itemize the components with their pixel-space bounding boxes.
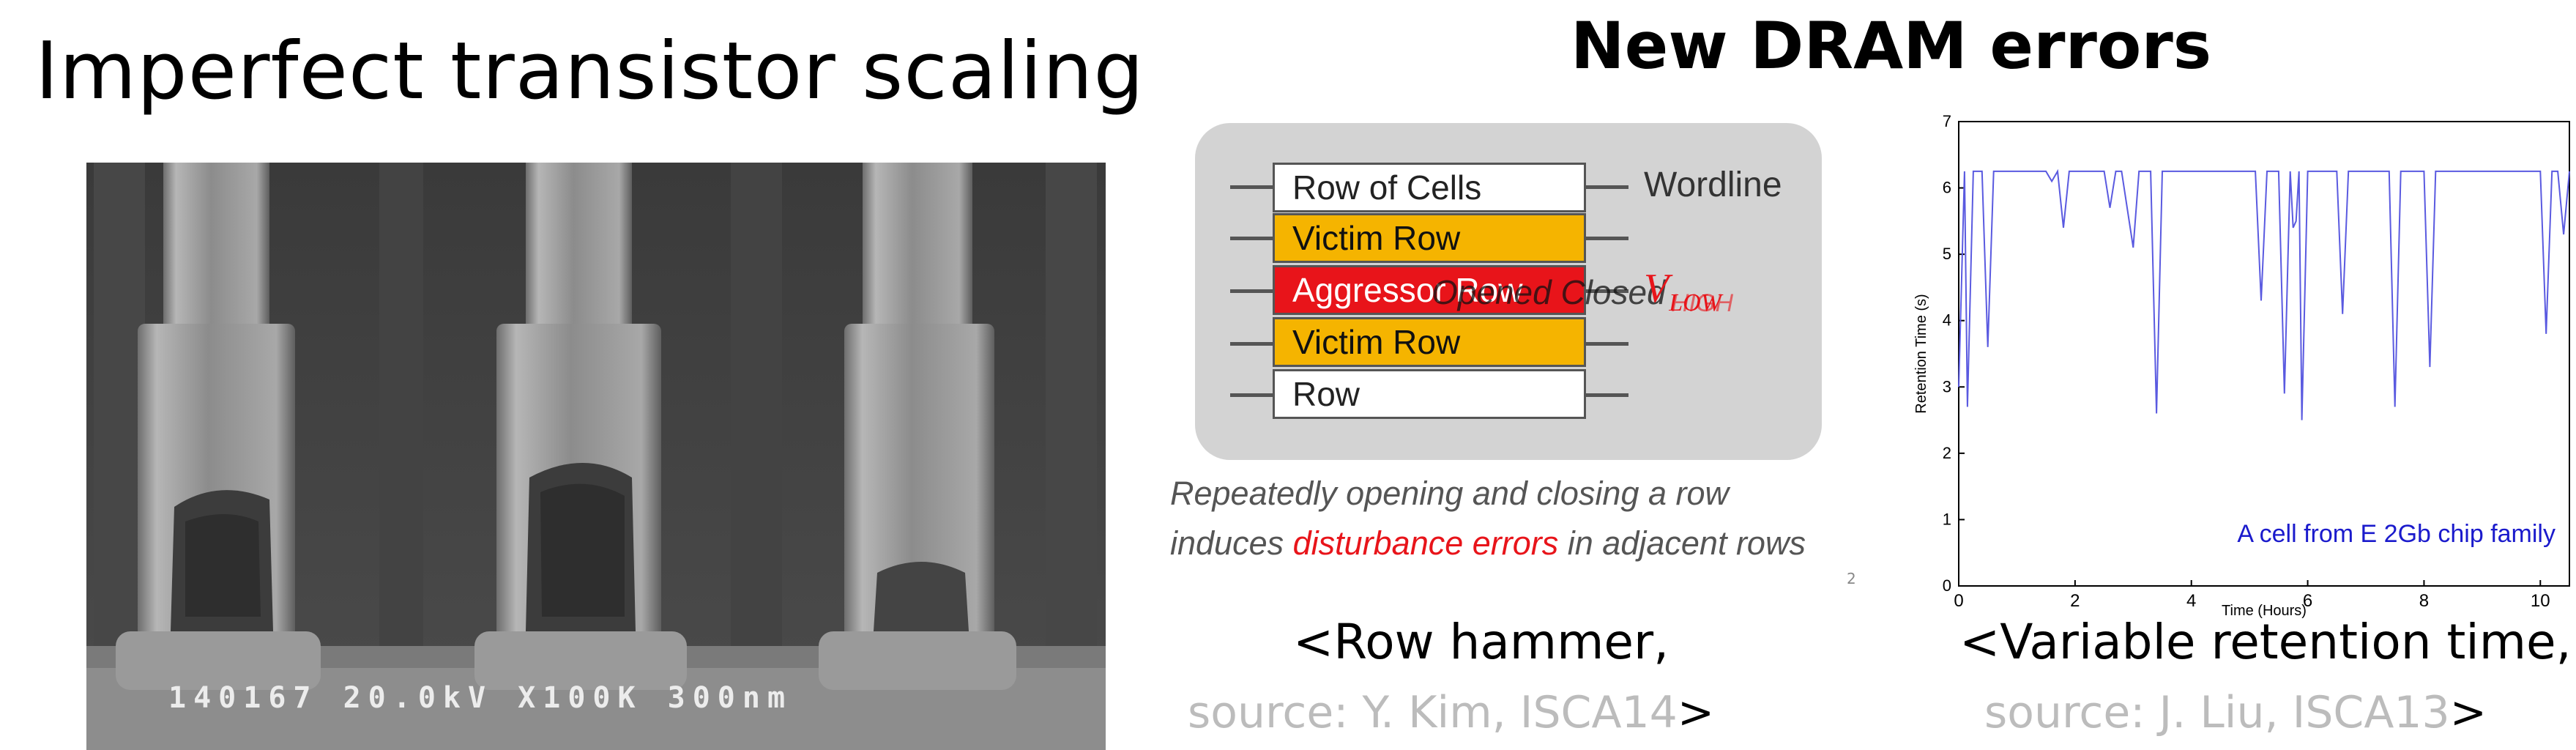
retention-time-chart: 01234567 0 2 4 6 8 10 Retention Time (s) Time… xyxy=(1913,112,2570,619)
wordline-label: Wordline xyxy=(1644,166,1782,204)
y-tick-label: 6 xyxy=(1943,179,1951,197)
voltage-sub-high: HIGH xyxy=(1671,289,1733,317)
row-bottom: Row xyxy=(1273,369,1586,419)
caption-pre: induces xyxy=(1170,524,1293,562)
x-tick-label: 2 xyxy=(2070,591,2080,611)
aggressor-state-overlay: Opened Closed xyxy=(1432,273,1666,311)
victim-row-bottom: Victim Row xyxy=(1273,317,1586,367)
x-tick-label: 8 xyxy=(2419,591,2429,611)
wire-right-3 xyxy=(1586,342,1628,346)
sem-scale-caption: 140167 20.0kV X100K 300nm xyxy=(168,681,793,715)
y-tick-label: 2 xyxy=(1943,444,1951,462)
left-slide-title: Imperfect transistor scaling xyxy=(35,26,1144,117)
row-hammer-reference: <Row hammer, xyxy=(1293,614,1669,670)
chart-annotation: A cell from E 2Gb chip family xyxy=(2237,520,2555,548)
wire-left-0 xyxy=(1230,185,1273,189)
wire-left-1 xyxy=(1230,237,1273,240)
wire-left-4 xyxy=(1230,393,1273,397)
y-tick-label: 0 xyxy=(1943,576,1951,595)
caption-post: in adjacent rows xyxy=(1558,524,1806,562)
y-tick-label: 7 xyxy=(1943,112,1951,130)
y-axis-label: Retention Time (s) xyxy=(1913,294,1929,413)
row-of-cells: Row of Cells xyxy=(1273,163,1586,212)
row-hammer-source-text: source: Y. Kim, ISCA14 xyxy=(1188,687,1678,738)
plot-frame xyxy=(1958,121,2570,587)
wire-right-1 xyxy=(1586,237,1628,240)
wire-left-2 xyxy=(1230,289,1273,293)
row-hammer-caption-line2: induces disturbance errors in adjacent r… xyxy=(1170,524,1806,562)
sem-micrograph-image xyxy=(86,163,1106,750)
row-hammer-caption-line1: Repeatedly opening and closing a row xyxy=(1170,475,1730,512)
wire-left-3 xyxy=(1230,342,1273,346)
vrt-reference: <Variable retention time, xyxy=(1959,614,2572,670)
vrt-source-text: source: J. Liu, ISCA13 xyxy=(1984,687,2450,738)
slide-number: 2 xyxy=(1847,570,1856,587)
victim-row-top: Victim Row xyxy=(1273,213,1586,263)
wire-right-4 xyxy=(1586,393,1628,397)
vrt-source: source: J. Liu, ISCA13> xyxy=(1984,687,2487,738)
vrt-source-close: > xyxy=(2449,687,2487,738)
disturbance-errors-text: disturbance errors xyxy=(1292,524,1559,562)
x-tick-label: 4 xyxy=(2186,591,2196,611)
y-tick-label: 5 xyxy=(1943,245,1951,263)
x-tick-label: 0 xyxy=(1954,591,1963,611)
right-slide-title: New DRAM errors xyxy=(1571,8,2212,83)
y-tick-label: 3 xyxy=(1943,377,1951,396)
x-tick-label: 10 xyxy=(2531,591,2550,611)
y-tick-label: 1 xyxy=(1943,510,1951,528)
wire-right-0 xyxy=(1586,185,1628,189)
voltage-symbol: V xyxy=(1644,266,1669,311)
y-tick-label: 4 xyxy=(1943,311,1951,330)
row-hammer-source-close: > xyxy=(1677,687,1715,738)
row-hammer-source: source: Y. Kim, ISCA14> xyxy=(1188,687,1714,738)
